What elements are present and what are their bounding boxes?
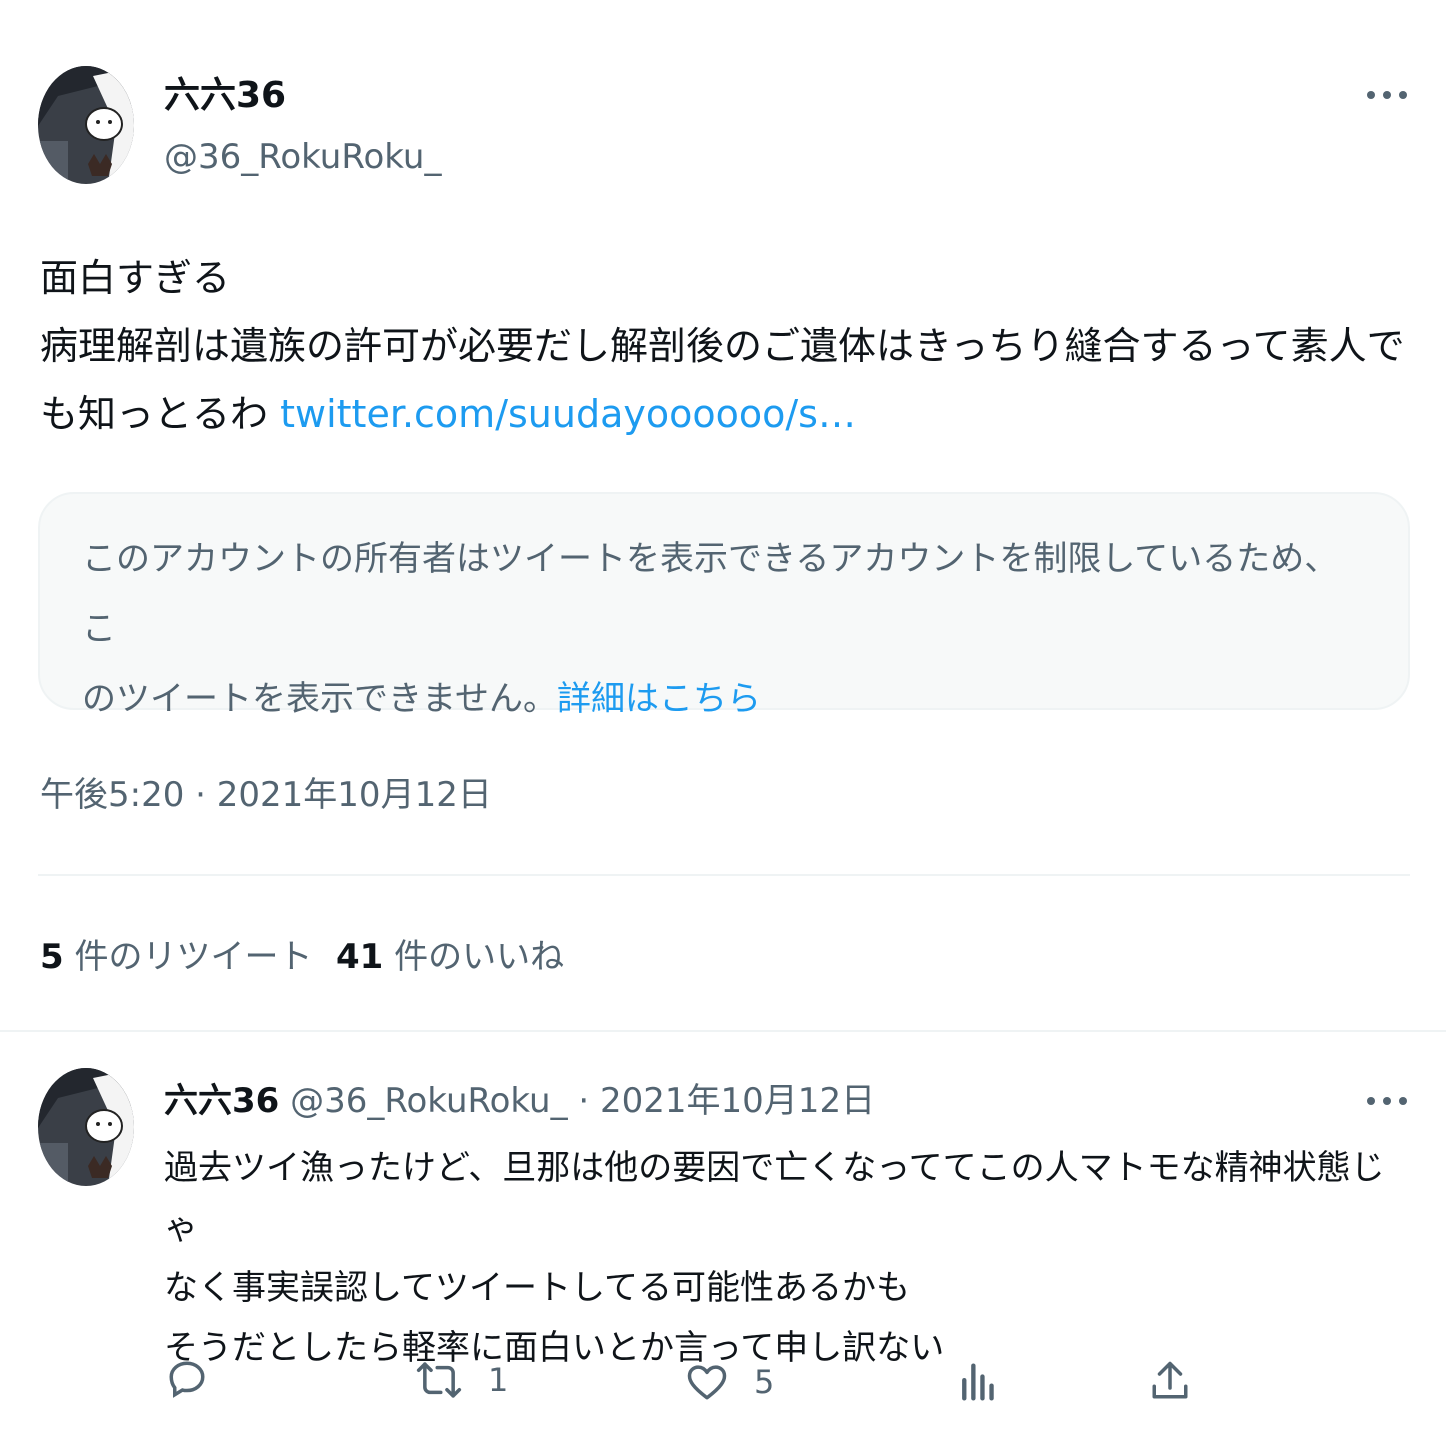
reply-text-line: なく事実誤認してツイートしてる可能性あるかも — [164, 1268, 910, 1308]
tweet-timestamp[interactable]: 午後5:20 · 2021年10月12日 — [40, 778, 492, 812]
retweet-button[interactable]: 1 — [416, 1360, 508, 1400]
tweet-text-line: 病理解剖は遺族の許可が必要だし解剖後のご遺体はきっちり縫合するって素人で — [40, 324, 1405, 368]
divider — [38, 874, 1410, 876]
retweet-stat[interactable]: 5 件のリツイート — [40, 940, 312, 974]
author-avatar[interactable] — [38, 66, 134, 184]
retweet-action-count: 1 — [488, 1361, 509, 1399]
reply-text-line: 過去ツイ漁ったけど、旦那は他の要因で亡くなっててこの人マトモな精神状態じゃ — [164, 1148, 1385, 1248]
reply-date[interactable]: · 2021年10月12日 — [578, 1081, 875, 1121]
share-icon — [1152, 1361, 1188, 1399]
reply-avatar[interactable] — [38, 1068, 134, 1186]
author-name[interactable]: 六六36 — [164, 78, 286, 114]
reply-author-name[interactable]: 六六36 — [164, 1081, 279, 1121]
tweet-text-line: も知っとるわ twitter.com/suudayoooooo/s… — [40, 380, 1420, 448]
author-handle[interactable]: @36_RokuRoku_ — [164, 140, 441, 174]
like-icon — [687, 1365, 727, 1400]
tweet-text-tail: も知っとるわ — [40, 392, 269, 436]
tweet-text: 面白すぎる 病理解剖は遺族の許可が必要だし解剖後のご遺体はきっちり縫合するって素… — [40, 244, 1420, 448]
quoted-notice-text: のツイートを表示できません。 — [82, 679, 557, 719]
like-label: 件のいいね — [394, 937, 565, 977]
views-icon — [962, 1363, 994, 1401]
reply-text-line: そうだとしたら軽率に面白いとか言って申し訳ない — [164, 1328, 945, 1368]
like-count: 41 — [336, 937, 384, 977]
tweet-link[interactable]: twitter.com/suudayoooooo/s… — [280, 392, 856, 436]
divider — [0, 1030, 1446, 1032]
retweet-icon — [416, 1362, 462, 1398]
like-stat[interactable]: 41 件のいいね — [336, 940, 564, 974]
reply-icon — [169, 1361, 205, 1398]
reply-text: 過去ツイ漁ったけど、旦那は他の要因で亡くなっててこの人マトモな精神状態じゃ なく… — [164, 1138, 1414, 1378]
share-button[interactable] — [1150, 1360, 1190, 1402]
tweet-text-line: 面白すぎる — [40, 256, 231, 300]
reply-button[interactable] — [166, 1358, 208, 1400]
quoted-notice-line: のツイートを表示できません。詳細はこちら — [82, 664, 1368, 734]
more-icon[interactable] — [1367, 1095, 1407, 1107]
views-button[interactable] — [958, 1362, 996, 1402]
learn-more-link[interactable]: 詳細はこちら — [557, 679, 761, 719]
reply-header: 六六36 @36_RokuRoku_ · 2021年10月12日 — [164, 1084, 875, 1118]
like-action-count: 5 — [754, 1363, 775, 1401]
quoted-tweet-card[interactable]: このアカウントの所有者はツイートを表示できるアカウントを制限しているため、こ の… — [38, 492, 1410, 719]
reply-author-handle[interactable]: @36_RokuRoku_ — [290, 1081, 567, 1121]
quoted-notice-line: このアカウントの所有者はツイートを表示できるアカウントを制限しているため、こ — [82, 539, 1339, 649]
retweet-count: 5 — [40, 937, 64, 977]
more-icon[interactable] — [1367, 89, 1407, 101]
quoted-notice: このアカウントの所有者はツイートを表示できるアカウントを制限しているため、こ の… — [40, 494, 1408, 734]
like-button[interactable]: 5 — [686, 1362, 774, 1402]
retweet-label: 件のリツイート — [74, 937, 313, 977]
